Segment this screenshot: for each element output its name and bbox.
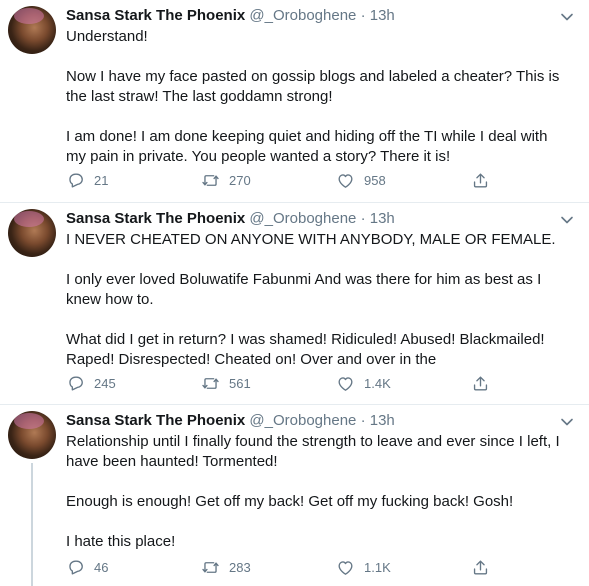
- heart-icon: [338, 173, 353, 188]
- reply-button[interactable]: 245: [66, 373, 116, 393]
- author-name[interactable]: Sansa Stark The Phoenix: [66, 7, 245, 24]
- share-button[interactable]: [471, 557, 490, 577]
- author-name[interactable]: Sansa Stark The Phoenix: [66, 210, 245, 227]
- author-name[interactable]: Sansa Stark The Phoenix: [66, 412, 245, 429]
- timestamp[interactable]: 13h: [370, 412, 395, 429]
- reply-button[interactable]: 21: [66, 170, 108, 190]
- share-button[interactable]: [471, 373, 490, 393]
- tweet-header: Sansa Stark The Phoenix @_Oroboghene · 1…: [66, 209, 395, 229]
- tweet[interactable]: Sansa Stark The Phoenix @_Oroboghene · 1…: [0, 0, 589, 202]
- reply-count: 46: [94, 559, 109, 575]
- retweet-button[interactable]: 283: [201, 557, 251, 577]
- heart-icon: [338, 376, 353, 391]
- like-count: 1.4K: [364, 375, 391, 391]
- retweet-button[interactable]: 561: [201, 373, 251, 393]
- avatar[interactable]: [8, 411, 56, 459]
- retweet-icon: [202, 561, 219, 573]
- tweet-text: Understand! Now I have my face pasted on…: [66, 28, 560, 165]
- reply-button[interactable]: 46: [66, 557, 108, 577]
- retweet-icon: [202, 377, 219, 389]
- chevron-down-icon[interactable]: [560, 10, 574, 24]
- timestamp[interactable]: 13h: [370, 7, 395, 24]
- tweet[interactable]: Sansa Stark The Phoenix @_Oroboghene · 1…: [0, 203, 589, 404]
- reply-icon: [69, 172, 83, 188]
- reply-icon: [69, 559, 83, 575]
- separator-dot: ·: [360, 210, 366, 227]
- like-button[interactable]: 1.4K: [336, 373, 391, 393]
- tweet-header: Sansa Stark The Phoenix @_Oroboghene · 1…: [66, 6, 395, 26]
- retweet-icon: [202, 174, 219, 186]
- heart-icon: [338, 560, 353, 575]
- share-icon: [473, 559, 488, 575]
- author-handle[interactable]: @_Oroboghene: [249, 7, 356, 24]
- tweet[interactable]: Sansa Stark The Phoenix @_Oroboghene · 1…: [0, 405, 589, 586]
- separator-dot: ·: [360, 412, 366, 429]
- retweet-button[interactable]: 270: [201, 170, 251, 190]
- author-handle[interactable]: @_Oroboghene: [249, 412, 356, 429]
- like-button[interactable]: 1.1K: [336, 557, 391, 577]
- timestamp[interactable]: 13h: [370, 210, 395, 227]
- chevron-down-icon[interactable]: [560, 213, 574, 227]
- retweet-count: 561: [229, 375, 251, 391]
- like-count: 958: [364, 172, 386, 188]
- avatar[interactable]: [8, 6, 56, 54]
- share-button[interactable]: [471, 170, 490, 190]
- reply-count: 21: [94, 172, 109, 188]
- author-handle[interactable]: @_Oroboghene: [249, 210, 356, 227]
- reply-count: 245: [94, 375, 116, 391]
- tweet-header: Sansa Stark The Phoenix @_Oroboghene · 1…: [66, 411, 395, 431]
- share-icon: [473, 375, 488, 391]
- chevron-down-icon[interactable]: [560, 415, 574, 429]
- separator-dot: ·: [360, 7, 366, 24]
- reply-icon: [69, 375, 83, 391]
- avatar[interactable]: [8, 209, 56, 257]
- tweet-text: I NEVER CHEATED ON ANYONE WITH ANYBODY, …: [66, 231, 556, 368]
- like-count: 1.1K: [364, 559, 391, 575]
- tweet-text: Relationship until I finally found the s…: [66, 433, 560, 550]
- share-icon: [473, 172, 488, 188]
- like-button[interactable]: 958: [336, 170, 386, 190]
- retweet-count: 283: [229, 559, 251, 575]
- retweet-count: 270: [229, 172, 251, 188]
- thread-line: [31, 463, 33, 586]
